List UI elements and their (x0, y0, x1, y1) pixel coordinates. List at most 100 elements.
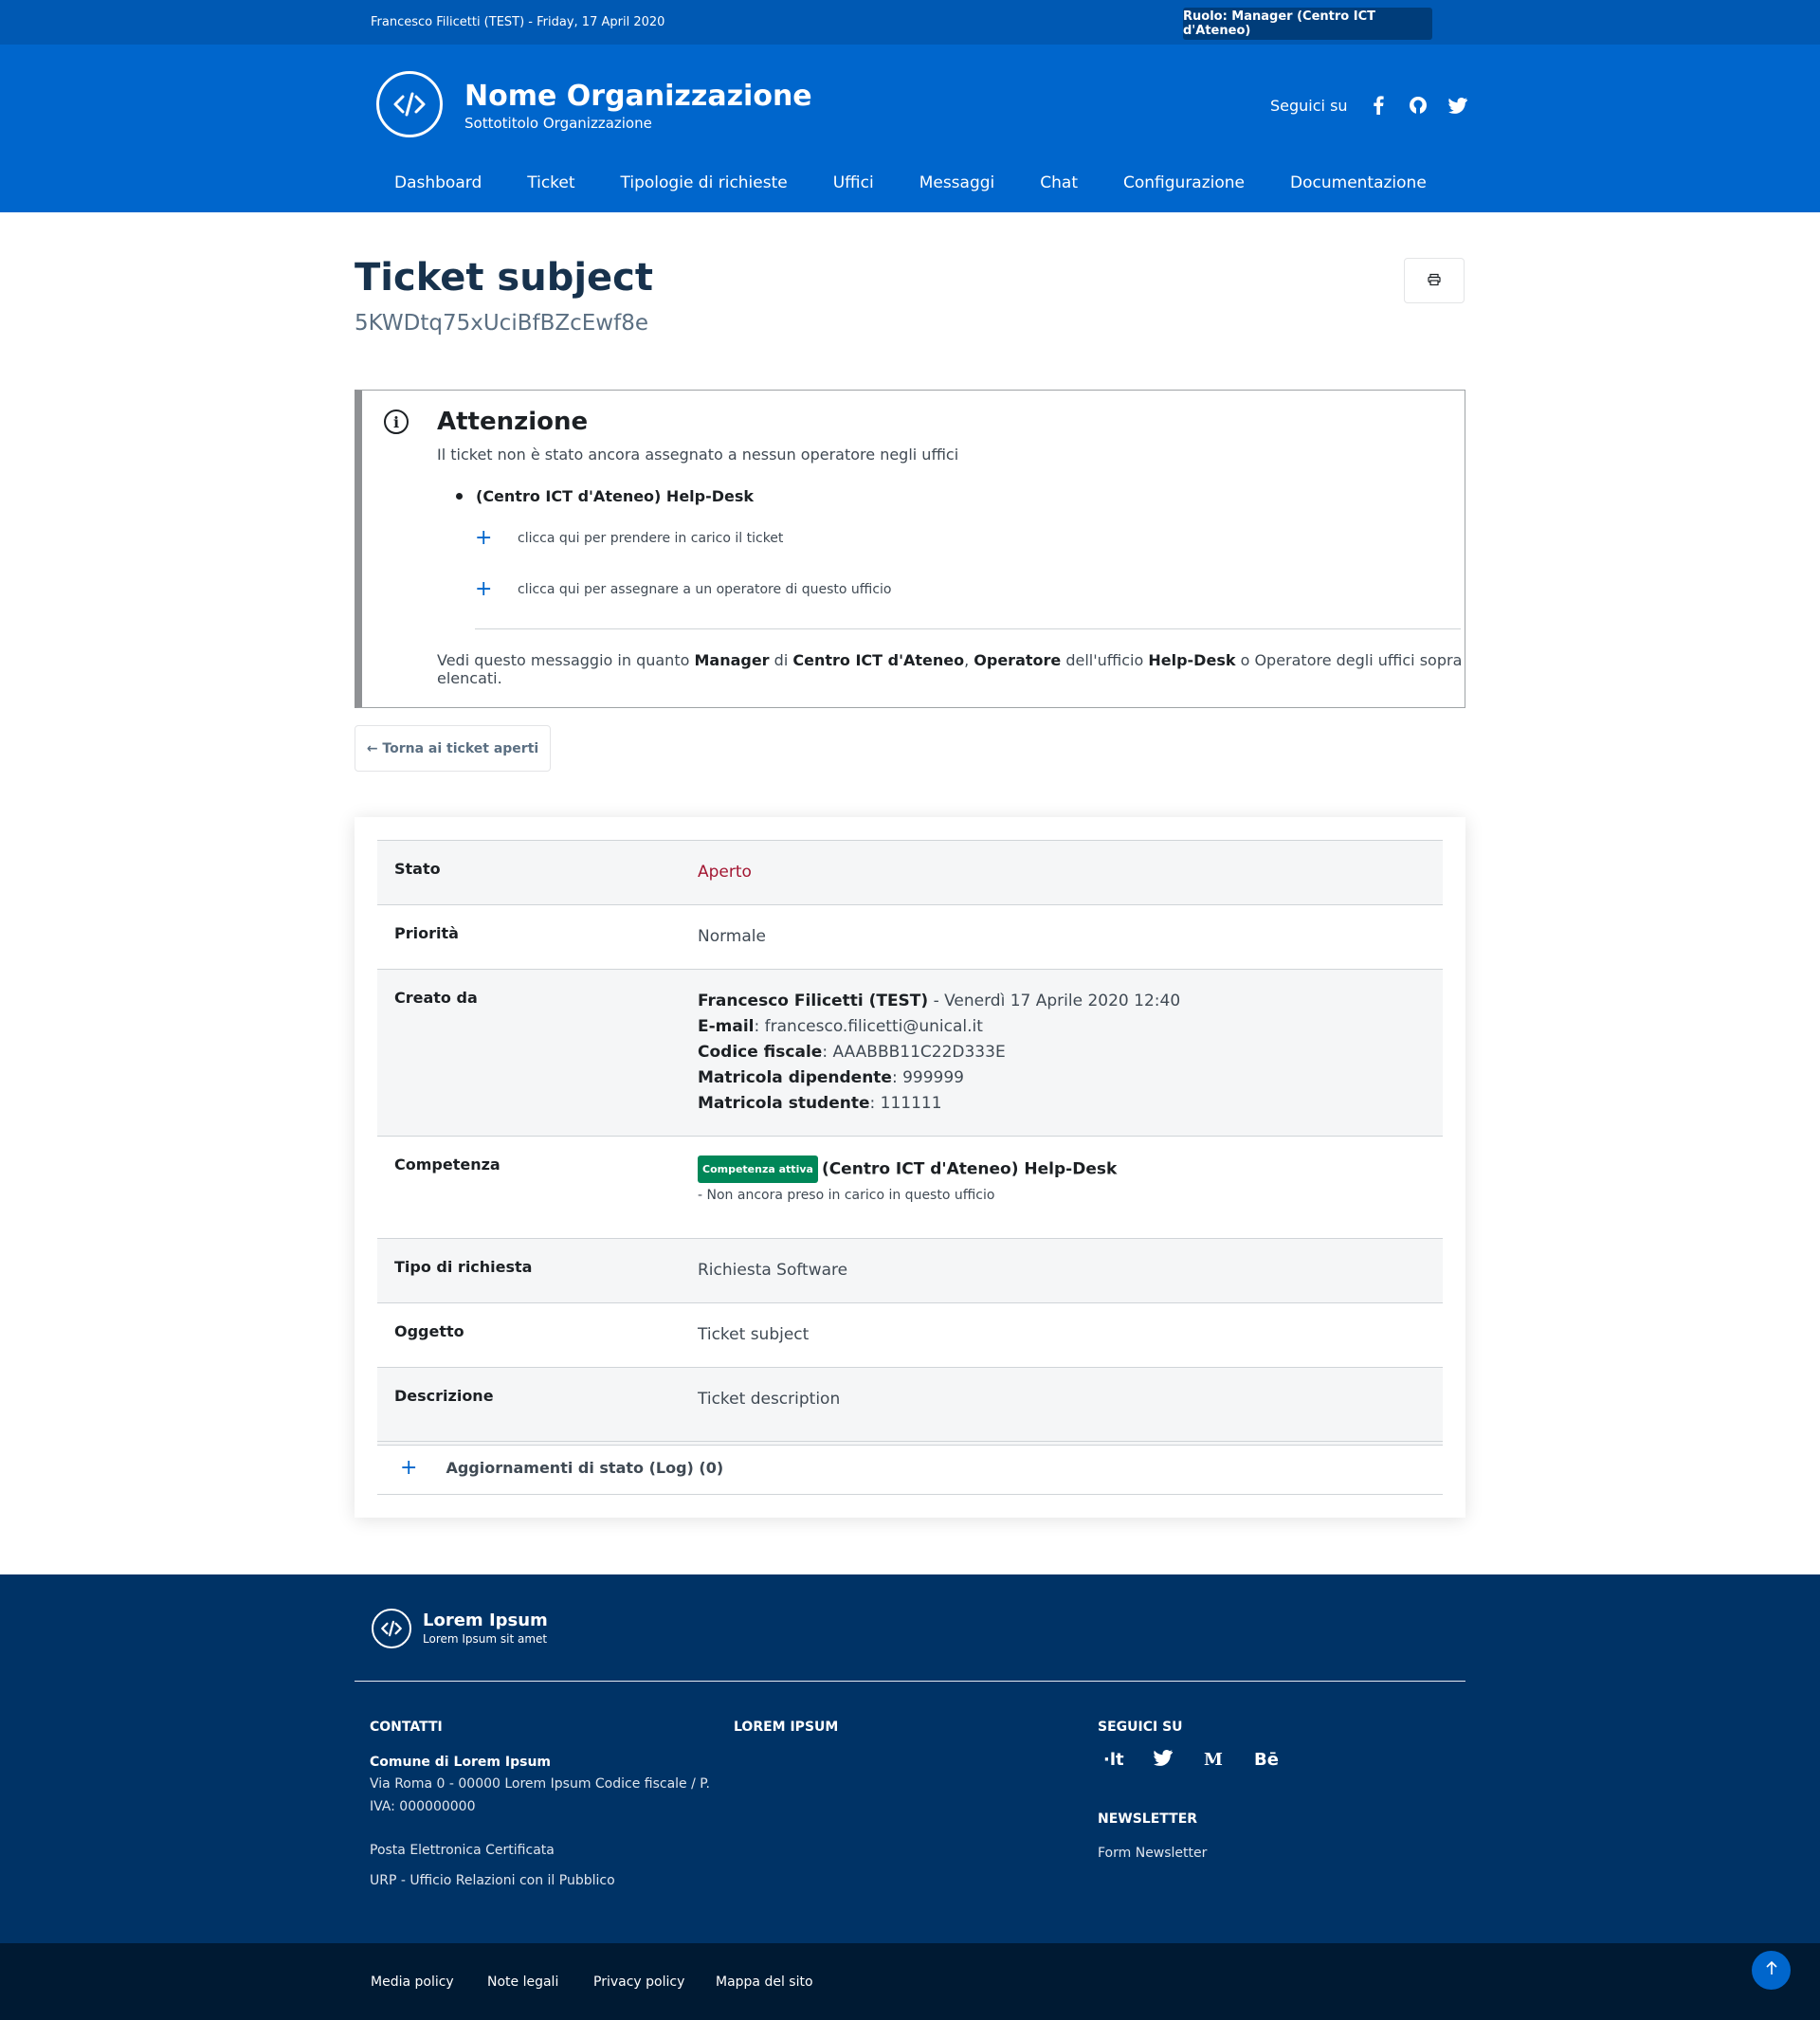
attention-callout: i Attenzione Il ticket non è stato ancor… (355, 390, 1465, 708)
note-legali-link[interactable]: Note legali (487, 1975, 558, 1990)
competenza-office: (Centro ICT d'Ateneo) Help-Desk (821, 1159, 1118, 1179)
creato-label: Creato da (394, 989, 478, 1007)
footer-divider (355, 1681, 1465, 1682)
assign-operator-label: clicca qui per assegnare a un operatore … (518, 581, 892, 597)
org-subtitle: Sottotitolo Organizzazione (464, 115, 652, 132)
status-log-toggle[interactable]: + Aggiornamenti di stato (Log) (0) (377, 1441, 1443, 1495)
competenza-label: Competenza (394, 1156, 500, 1174)
callout-divider (475, 628, 1461, 629)
take-ticket-label: clicca qui per prendere in carico il tic… (518, 530, 784, 546)
oggetto-value: Ticket subject (698, 1325, 810, 1344)
competenza-badge: Competenza attiva (698, 1156, 818, 1183)
follow-label: Seguici su (1270, 96, 1348, 115)
callout-office: (Centro ICT d'Ateneo) Help-Desk (456, 487, 754, 505)
media-policy-link[interactable]: Media policy (371, 1975, 454, 1990)
mappa-sito-link[interactable]: Mappa del sito (716, 1975, 813, 1990)
bullet-icon (456, 493, 463, 500)
nav-uffici[interactable]: Uffici (833, 173, 874, 192)
ticket-code: 5KWDtq75xUciBfBZcEwf8e (355, 311, 648, 336)
creator-cf: : AAABBB11C22D333E (822, 1043, 1006, 1062)
medium-icon[interactable]: M (1204, 1750, 1254, 1771)
status-log-label: Aggiornamenti di stato (Log) (0) (446, 1459, 724, 1477)
github-icon[interactable] (1409, 96, 1428, 115)
designers-italia-icon[interactable]: ·lt (1103, 1750, 1154, 1771)
comune-name: Comune di Lorem Ipsum (370, 1755, 551, 1770)
page-title: Ticket subject (355, 256, 653, 300)
callout-title: Attenzione (437, 408, 589, 436)
competenza-value: Competenza attiva (Centro ICT d'Ateneo) H… (698, 1137, 1443, 1238)
footer-code-logo-icon[interactable] (372, 1609, 411, 1648)
footer-name[interactable]: Lorem Ipsum (423, 1611, 548, 1630)
creato-value: Francesco Filicetti (TEST) - Venerdì 17 … (698, 992, 1181, 1113)
priorita-label: Priorità (394, 924, 459, 942)
footer: Lorem Ipsum Lorem Ipsum sit amet CONTATT… (0, 1574, 1820, 1943)
code-logo-icon[interactable] (376, 71, 443, 137)
nav-configurazione[interactable]: Configurazione (1123, 173, 1245, 192)
nav-chat[interactable]: Chat (1040, 173, 1078, 192)
creator-name: Francesco Filicetti (TEST) (698, 992, 929, 1010)
info-icon: i (384, 409, 409, 434)
address-line-2: IVA: 000000000 (370, 1799, 476, 1814)
stato-label: Stato (394, 860, 441, 878)
office-name: (Centro ICT d'Ateneo) Help-Desk (476, 487, 755, 505)
urp-link[interactable]: URP - Ufficio Relazioni con il Pubblico (370, 1869, 615, 1892)
org-name[interactable]: Nome Organizzazione (464, 80, 812, 113)
nav-documentazione[interactable]: Documentazione (1290, 173, 1427, 192)
callout-message: Il ticket non è stato ancora assegnato a… (437, 446, 959, 464)
facebook-icon[interactable] (1369, 96, 1388, 115)
take-ticket-link[interactable]: + clicca qui per prendere in carico il t… (475, 526, 783, 550)
back-to-top-button[interactable] (1752, 1951, 1791, 1990)
tipo-value: Richiesta Software (698, 1261, 848, 1280)
behance-icon[interactable]: Bē (1254, 1750, 1304, 1771)
priorita-value: Normale (698, 927, 766, 946)
row-oggetto: Oggetto Ticket subject (377, 1303, 1443, 1368)
lorem-heading: LOREM IPSUM (734, 1720, 839, 1735)
ticket-details-table: Stato Aperto Priorità Normale Creato da … (377, 840, 1443, 1446)
arrow-up-icon (1765, 1960, 1778, 1980)
ticket-details-card: Stato Aperto Priorità Normale Creato da … (355, 817, 1465, 1518)
row-tipo: Tipo di richiesta Richiesta Software (377, 1239, 1443, 1303)
nav-ticket[interactable]: Ticket (527, 173, 574, 192)
back-to-open-tickets-button[interactable]: ← Torna ai ticket aperti (355, 725, 551, 772)
callout-note: Vedi questo messaggio in quanto Manager … (437, 651, 1463, 687)
main-header: Nome Organizzazione Sottotitolo Organizz… (0, 45, 1820, 212)
assign-operator-link[interactable]: + clicca qui per assegnare a un operator… (475, 577, 892, 601)
slim-header: Francesco Filicetti (TEST) - Friday, 17 … (0, 0, 1820, 45)
descrizione-value: Ticket description (698, 1390, 841, 1409)
competenza-note: - Non ancora preso in carico in questo u… (698, 1188, 995, 1203)
footer-bottom-bar: Media policy Note legali Privacy policy … (0, 1943, 1820, 2020)
privacy-policy-link[interactable]: Privacy policy (593, 1975, 684, 1990)
plus-icon: + (475, 577, 493, 601)
header-social: Seguici su (1270, 96, 1467, 115)
creator-matricola-dipendente: : 999999 (891, 1068, 964, 1087)
plus-icon: + (475, 526, 493, 550)
row-stato: Stato Aperto (377, 841, 1443, 905)
creator-email: : francesco.filicetti@unical.it (754, 1017, 983, 1036)
nav-messaggi[interactable]: Messaggi (919, 173, 995, 192)
creation-date: - Venerdì 17 Aprile 2020 12:40 (928, 992, 1181, 1010)
row-priorita: Priorità Normale (377, 905, 1443, 970)
nav-dashboard[interactable]: Dashboard (394, 173, 482, 192)
printer-icon (1428, 272, 1441, 290)
role-button[interactable]: Ruolo: Manager (Centro ICT d'Ateneo) (1183, 8, 1432, 40)
contatti-heading: CONTATTI (370, 1720, 443, 1735)
print-button[interactable] (1404, 258, 1465, 303)
plus-icon: + (400, 1456, 418, 1480)
creator-matricola-studente: : 111111 (869, 1094, 942, 1113)
pec-link[interactable]: Posta Elettronica Certificata (370, 1839, 555, 1862)
footer-subtitle: Lorem Ipsum sit amet (423, 1632, 548, 1646)
footer-social: ·lt M Bē (1103, 1750, 1304, 1771)
row-competenza: Competenza Competenza attiva (Centro ICT … (377, 1137, 1443, 1239)
address-line-1: Via Roma 0 - 00000 Lorem Ipsum Codice fi… (370, 1776, 711, 1792)
row-descrizione: Descrizione Ticket description (377, 1368, 1443, 1446)
twitter-icon[interactable] (1447, 96, 1467, 115)
seguici-heading: SEGUICI SU (1098, 1720, 1183, 1735)
user-info: Francesco Filicetti (TEST) - Friday, 17 … (371, 15, 665, 29)
main-nav: Dashboard Ticket Tipologie di richieste … (372, 173, 1449, 192)
nav-tipologie[interactable]: Tipologie di richieste (621, 173, 788, 192)
tipo-label: Tipo di richiesta (394, 1258, 533, 1276)
newsletter-heading: NEWSLETTER (1098, 1811, 1198, 1827)
descrizione-label: Descrizione (394, 1387, 494, 1405)
form-newsletter-link[interactable]: Form Newsletter (1098, 1842, 1207, 1865)
twitter-icon[interactable] (1154, 1750, 1204, 1771)
